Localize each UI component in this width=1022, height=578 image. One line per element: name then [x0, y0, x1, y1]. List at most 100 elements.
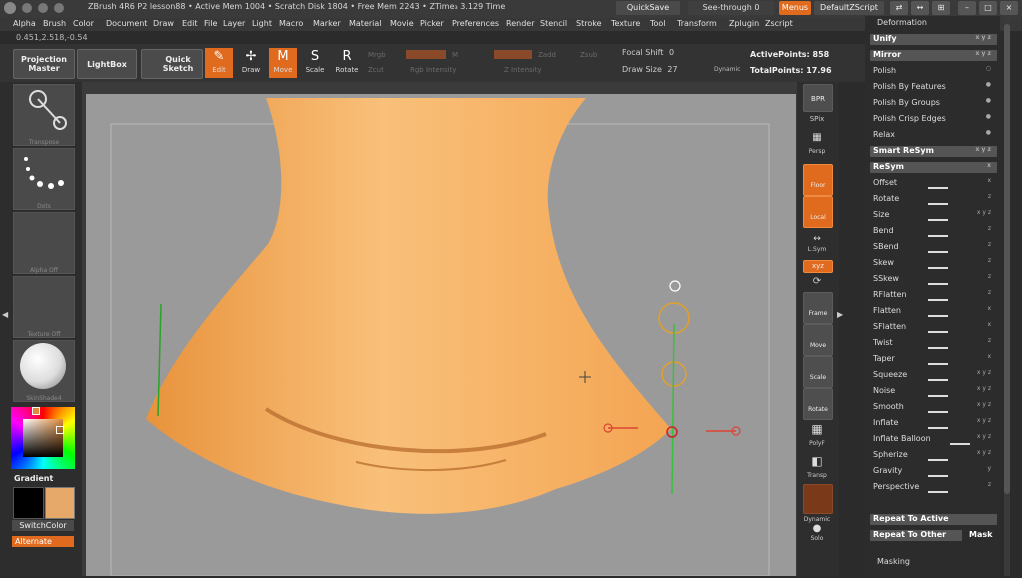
slider-track[interactable] — [928, 203, 948, 205]
persp-button[interactable]: ▦ Persp — [803, 132, 831, 155]
xyz-axis-icon[interactable]: z — [988, 289, 991, 296]
menu-zscript[interactable]: Zscript — [765, 19, 793, 28]
dynamic-button[interactable]: Dynamic — [803, 516, 831, 523]
transp-button[interactable]: ◧ Transp — [803, 454, 831, 479]
window-control-icon[interactable]: ⇄ — [890, 1, 908, 15]
repeat-to-active-button[interactable]: Repeat To Active — [870, 514, 997, 525]
slider-track[interactable] — [928, 379, 948, 381]
color-swatch-button[interactable] — [803, 484, 833, 514]
mask-tab[interactable]: Mask — [969, 530, 992, 539]
xyz-axis-icon[interactable]: z — [988, 241, 991, 248]
xyz-axis-icon[interactable]: x y z — [977, 417, 991, 424]
material-button[interactable]: SkinShade4 — [13, 340, 75, 402]
skew-slider[interactable]: Skew z — [870, 257, 997, 269]
menu-light[interactable]: Light — [252, 19, 272, 28]
size-slider[interactable]: Size x y z — [870, 209, 997, 221]
smart-resym-button[interactable]: Smart ReSym x y z — [870, 146, 997, 157]
relax-slider[interactable]: Relax ● — [870, 129, 997, 141]
menu-file[interactable]: File — [204, 19, 217, 28]
menu-transform[interactable]: Transform — [677, 19, 717, 28]
xyz-axis-icon[interactable]: z — [988, 273, 991, 280]
menu-brush[interactable]: Brush — [43, 19, 66, 28]
dot-icon[interactable]: ● — [986, 129, 991, 136]
menu-macro[interactable]: Macro — [279, 19, 303, 28]
bpr-button[interactable]: BPR — [803, 84, 833, 112]
rotate-slider[interactable]: Rotate z — [870, 193, 997, 205]
polish-crisp-edges-slider[interactable]: Polish Crisp Edges ● — [870, 113, 997, 125]
smooth-slider[interactable]: Smooth x y z — [870, 401, 997, 413]
menu-preferences[interactable]: Preferences — [452, 19, 499, 28]
unify-button[interactable]: Unify x y z — [870, 34, 997, 45]
xyz-axis-icon[interactable]: z — [988, 257, 991, 264]
menu-render[interactable]: Render — [506, 19, 534, 28]
xyz-axis-icon[interactable]: x — [987, 321, 991, 328]
color-picker[interactable] — [11, 407, 75, 469]
twist-slider[interactable]: Twist z — [870, 337, 997, 349]
zadd-button[interactable]: Zadd — [538, 51, 556, 59]
edit-button[interactable]: ✎ Edit — [205, 48, 233, 78]
spherize-slider[interactable]: Spherize x y z — [870, 449, 997, 461]
slider-track[interactable] — [928, 491, 948, 493]
sskew-slider[interactable]: SSkew z — [870, 273, 997, 285]
slider-track[interactable] — [928, 235, 948, 237]
xyz-axis-icon[interactable]: x y z — [977, 449, 991, 456]
menu-edit[interactable]: Edit — [182, 19, 198, 28]
alpha-button[interactable]: Alpha Off — [13, 212, 75, 274]
xyz-axis-icon[interactable]: x y z — [977, 401, 991, 408]
quicksave-button[interactable]: QuickSave — [616, 1, 680, 15]
scrollbar-thumb[interactable] — [1004, 24, 1010, 494]
dot-icon[interactable]: ● — [986, 81, 991, 88]
gradient-label[interactable]: Gradient — [14, 474, 53, 483]
bend-slider[interactable]: Bend z — [870, 225, 997, 237]
resym-button[interactable]: ReSym x — [870, 162, 997, 173]
masking-section[interactable]: Masking — [877, 557, 910, 566]
viewport-canvas[interactable] — [86, 94, 796, 577]
secondary-color-swatch[interactable] — [13, 487, 44, 519]
slider-track[interactable] — [928, 427, 948, 429]
left-tray-arrow-icon[interactable]: ◀ — [2, 310, 8, 319]
panel-title[interactable]: Deformation — [877, 18, 927, 27]
menu-draw[interactable]: Draw — [153, 19, 174, 28]
xyz-axis-icon[interactable]: x y z — [977, 209, 991, 216]
quick-sketch-button[interactable]: Quick Sketch — [141, 49, 203, 79]
slider-track[interactable] — [928, 299, 948, 301]
slider-track[interactable] — [928, 395, 948, 397]
gizmo-handle[interactable] — [669, 280, 681, 292]
slider-track[interactable] — [928, 251, 948, 253]
slider-track[interactable] — [928, 363, 948, 365]
menu-layer[interactable]: Layer — [223, 19, 245, 28]
main-color-swatch[interactable] — [45, 487, 75, 519]
z-intensity-slider[interactable]: Z Intensity — [504, 66, 542, 74]
close-icon[interactable]: × — [1000, 1, 1018, 15]
slider-track[interactable] — [928, 219, 948, 221]
slider-track[interactable] — [928, 331, 948, 333]
lsym-button[interactable]: ↔ L.Sym — [803, 234, 831, 253]
rgb-intensity-slider[interactable]: Rgb Intensity — [410, 66, 456, 74]
taper-slider[interactable]: Taper x — [870, 353, 997, 365]
switch-color-button[interactable]: SwitchColor — [12, 520, 74, 531]
noise-slider[interactable]: Noise x y z — [870, 385, 997, 397]
mrgb-button[interactable]: Mrgb — [368, 51, 386, 59]
lightbox-button[interactable]: LightBox — [77, 49, 137, 79]
polish-by-groups-slider[interactable]: Polish By Groups ● — [870, 97, 997, 109]
repeat-to-other-button[interactable]: Repeat To Other — [870, 530, 962, 541]
color-square[interactable] — [23, 419, 63, 457]
window-control-icon[interactable]: ⊞ — [932, 1, 950, 15]
gravity-slider[interactable]: Gravity y — [870, 465, 997, 477]
menu-stroke[interactable]: Stroke — [576, 19, 602, 28]
move-view-button[interactable]: Move — [803, 324, 833, 356]
draw-size-slider[interactable]: Draw Size 27 — [622, 65, 712, 77]
xyz-button[interactable]: xyz — [803, 260, 833, 273]
sbend-slider[interactable]: SBend z — [870, 241, 997, 253]
xyz-axis-icon[interactable]: x y z — [977, 385, 991, 392]
menu-stencil[interactable]: Stencil — [540, 19, 567, 28]
xyz-axis-icon[interactable]: x y z — [977, 369, 991, 376]
menu-material[interactable]: Material — [349, 19, 382, 28]
xyz-axis-icon[interactable]: y — [987, 465, 991, 472]
dynamic-toggle[interactable]: Dynamic — [714, 66, 740, 73]
circle-icon[interactable] — [38, 3, 48, 13]
circle-icon[interactable] — [22, 3, 32, 13]
menu-document[interactable]: Document — [106, 19, 147, 28]
mirror-button[interactable]: Mirror x y z — [870, 50, 997, 61]
slider-track[interactable] — [928, 267, 948, 269]
